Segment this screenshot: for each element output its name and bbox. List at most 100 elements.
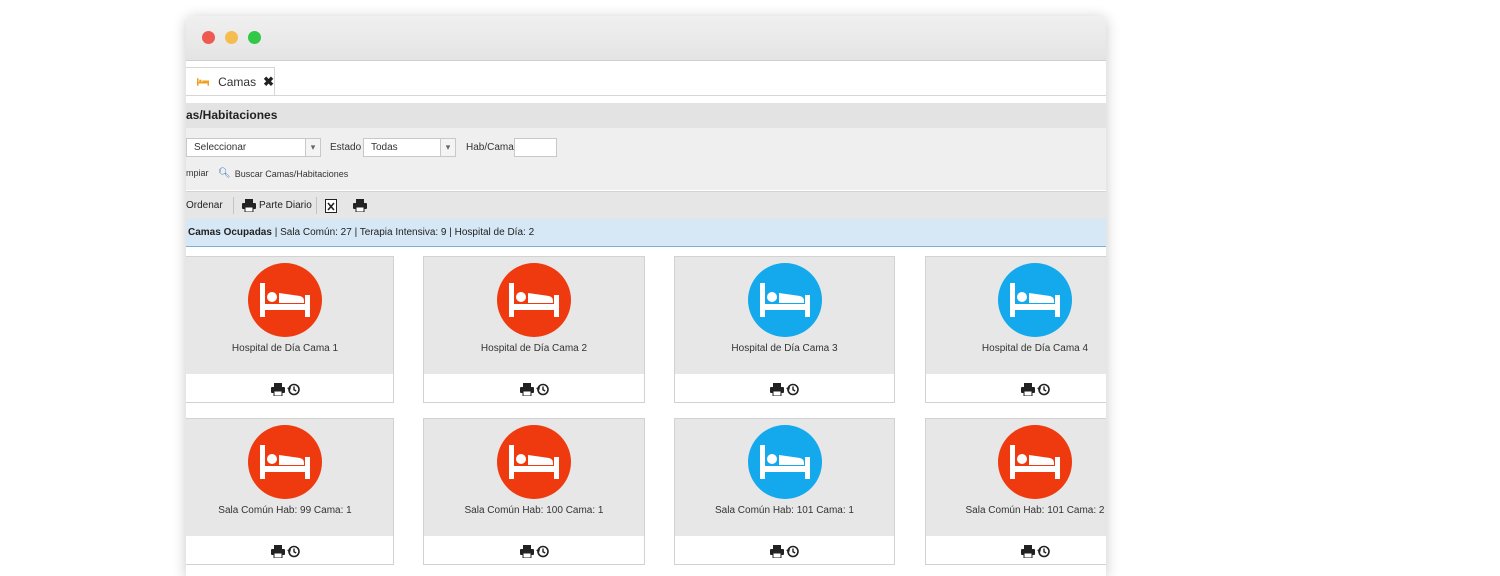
bed-card[interactable]: Sala Común Hab: 100 Cama: 1 — [423, 418, 645, 565]
bed-card-label: Hospital de Día Cama 2 — [480, 343, 588, 354]
history-icon[interactable] — [786, 545, 799, 558]
ordenar-button[interactable]: Ordenar — [186, 192, 223, 219]
bed-icon — [260, 445, 310, 479]
bed-card[interactable]: Sala Común Hab: 99 Cama: 1 — [186, 418, 394, 565]
bed-card[interactable]: Sala Común Hab: 101 Cama: 2 — [925, 418, 1106, 565]
printer-icon[interactable] — [770, 544, 784, 558]
excel-export-button[interactable] — [325, 192, 337, 219]
printer-icon[interactable] — [1020, 544, 1035, 558]
bed-card-label: Sala Común Hab: 100 Cama: 1 — [464, 505, 604, 516]
estado-select[interactable]: Todas ▾ — [363, 138, 456, 157]
bed-status-circle — [248, 263, 322, 337]
bed-icon — [759, 445, 810, 479]
chevron-down-icon: ▾ — [305, 139, 320, 156]
printer-icon — [353, 199, 367, 212]
maximize-window-button[interactable] — [248, 31, 261, 44]
bed-card-actions — [926, 375, 1106, 403]
occupied-label: Camas Ocupadas — [188, 227, 272, 238]
bed-status-circle — [497, 425, 571, 499]
printer-icon[interactable] — [770, 382, 784, 396]
selector-value: Seleccionar — [194, 142, 247, 153]
history-icon[interactable] — [535, 383, 549, 396]
printer-icon[interactable] — [1020, 382, 1035, 396]
bed-card-label: Sala Común Hab: 101 Cama: 1 — [715, 505, 854, 516]
window-titlebar — [186, 16, 1106, 61]
app-window: Camas ✖ as/Habitaciones Seleccionar ▾ Es… — [186, 16, 1106, 576]
print-button[interactable] — [353, 192, 367, 219]
toolbar-divider — [316, 197, 317, 214]
estado-value: Todas — [371, 142, 398, 153]
tab-label: Camas — [218, 74, 257, 89]
bed-card-label: Hospital de Día Cama 3 — [731, 343, 838, 354]
bed-card-label: Hospital de Día Cama 1 — [231, 343, 339, 354]
printer-icon[interactable] — [519, 544, 534, 558]
excel-icon — [325, 198, 337, 213]
bed-icon — [759, 283, 810, 317]
printer-icon[interactable] — [270, 382, 285, 396]
buscar-label: Buscar Camas/Habitaciones — [234, 168, 349, 179]
habcama-input[interactable] — [514, 138, 557, 157]
limpiar-link[interactable]: mpiar — [186, 168, 209, 178]
toolbar-divider — [233, 197, 234, 214]
printer-icon[interactable] — [270, 544, 285, 558]
bed-status-circle — [747, 263, 822, 337]
selector-dropdown[interactable]: Seleccionar ▾ — [186, 138, 321, 157]
bed-card[interactable]: Sala Común Hab: 101 Cama: 1 — [674, 418, 895, 565]
minimize-window-button[interactable] — [225, 31, 238, 44]
bed-card-label: Hospital de Día Cama 4 — [981, 343, 1089, 354]
occupancy-summary: Camas Ocupadas | Sala Común: 27 | Terapi… — [186, 219, 1106, 247]
section-title: as/Habitaciones — [186, 103, 1106, 128]
bed-icon — [197, 77, 210, 86]
bed-icon — [509, 445, 559, 479]
bed-status-circle — [747, 425, 822, 499]
buscar-link[interactable]: 🔍︎ Buscar Camas/Habitaciones — [218, 168, 348, 179]
parte-diario-button[interactable]: Parte Diario — [242, 192, 312, 219]
bed-card-body: Hospital de Día Cama 3 — [675, 257, 894, 374]
close-icon[interactable]: ✖ — [263, 74, 274, 90]
bed-status-circle — [497, 263, 571, 337]
bed-card-actions — [424, 375, 644, 403]
bed-card-actions — [186, 537, 393, 565]
occupancy-breakdown: | Sala Común: 27 | Terapia Intensiva: 9 … — [274, 227, 535, 238]
history-icon[interactable] — [786, 383, 799, 396]
bed-card-actions — [675, 375, 894, 403]
bed-icon — [509, 283, 559, 317]
bed-card-label: Sala Común Hab: 99 Cama: 1 — [218, 505, 352, 516]
bed-card-actions — [926, 537, 1106, 565]
bed-card[interactable]: Hospital de Día Cama 2 — [423, 256, 645, 403]
history-icon[interactable] — [286, 383, 300, 396]
bed-card-body: Hospital de Día Cama 1 — [186, 257, 393, 374]
bed-card-body: Hospital de Día Cama 2 — [424, 257, 644, 374]
history-icon[interactable] — [1036, 545, 1050, 558]
estado-label: Estado — [330, 142, 362, 153]
printer-icon — [242, 199, 256, 212]
chevron-down-icon: ▾ — [440, 139, 455, 156]
close-window-button[interactable] — [202, 31, 215, 44]
bed-card-body: Hospital de Día Cama 4 — [926, 257, 1106, 374]
search-icon: 🔍︎ — [218, 168, 231, 179]
printer-icon[interactable] — [519, 382, 534, 396]
bed-icon — [260, 283, 310, 317]
bed-card-label: Sala Común Hab: 101 Cama: 2 — [965, 505, 1105, 516]
bed-card-body: Sala Común Hab: 100 Cama: 1 — [424, 419, 644, 536]
bed-icon — [1010, 445, 1060, 479]
bed-status-circle — [248, 425, 322, 499]
history-icon[interactable] — [535, 545, 549, 558]
habcama-label: Hab/Cama — [466, 142, 514, 153]
bed-card[interactable]: Hospital de Día Cama 1 — [186, 256, 394, 403]
filters-panel — [186, 128, 1106, 190]
tab-camas[interactable]: Camas ✖ — [186, 67, 275, 95]
bed-card-actions — [186, 375, 393, 403]
bed-card-actions — [424, 537, 644, 565]
parte-diario-label: Parte Diario — [259, 200, 312, 211]
bed-card-actions — [675, 537, 894, 565]
bed-card-body: Sala Común Hab: 101 Cama: 2 — [926, 419, 1106, 536]
bed-card[interactable]: Hospital de Día Cama 3 — [674, 256, 895, 403]
bed-status-circle — [998, 263, 1072, 337]
bed-card[interactable]: Hospital de Día Cama 4 — [925, 256, 1106, 403]
tab-bar: Camas ✖ — [186, 62, 1106, 96]
ordenar-label: Ordenar — [186, 200, 223, 211]
bed-cards-grid: Hospital de Día Cama 1 Hospital de Día Ca… — [186, 256, 1106, 576]
history-icon[interactable] — [286, 545, 300, 558]
history-icon[interactable] — [1036, 383, 1050, 396]
